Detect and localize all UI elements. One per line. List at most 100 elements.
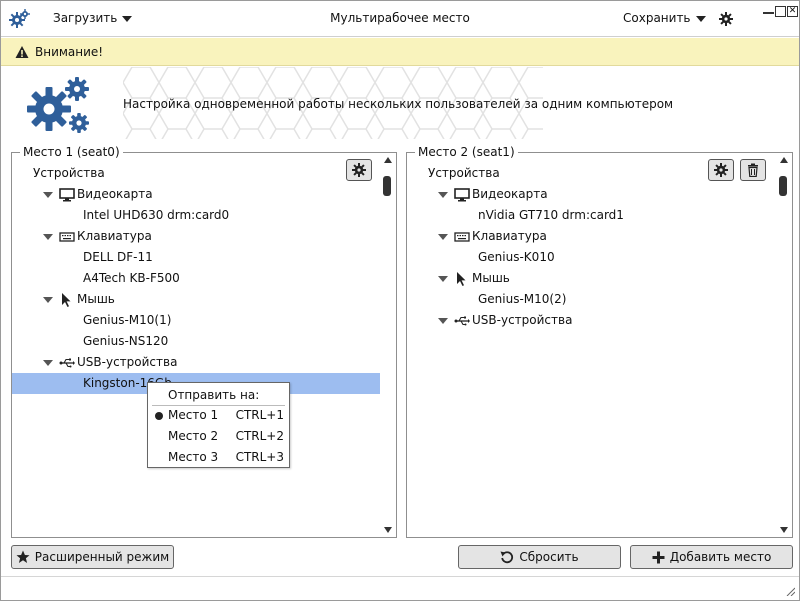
tree-category-label: USB-устройства [77, 355, 178, 369]
warning-icon [15, 45, 29, 58]
status-bar [1, 576, 799, 600]
tree-category-label: Мышь [77, 292, 115, 306]
tree-device[interactable]: Genius-M10(2) [407, 289, 775, 310]
expand-triangle-icon[interactable] [438, 276, 448, 282]
advanced-mode-button[interactable]: Расширенный режим [11, 545, 174, 569]
tree-category-mouse[interactable]: Мышь [407, 268, 775, 289]
save-menu-label: Сохранить [623, 11, 691, 25]
usb-icon [59, 358, 75, 368]
tree-device[interactable]: nVidia GT710 drm:card1 [407, 205, 775, 226]
menu-item-shortcut: CTRL+1 [235, 408, 284, 422]
tree-device[interactable]: Intel UHD630 drm:card0 [12, 205, 380, 226]
expand-triangle-icon[interactable] [43, 192, 53, 198]
app-window: Загрузить Мультирабочее место Сохранить … [0, 0, 800, 601]
scroll-down-icon[interactable] [384, 527, 392, 533]
banner-text: Настройка одновременной работы нескольки… [123, 97, 674, 111]
tree-root-label: Устройства [33, 166, 105, 180]
monitor-icon [59, 188, 75, 202]
expand-triangle-icon[interactable] [438, 318, 448, 324]
maximize-icon[interactable] [775, 6, 786, 17]
expand-triangle-icon[interactable] [43, 234, 53, 240]
seat2-device-tree: Устройства Видеокарта nVidia GT710 drm:c… [407, 163, 775, 331]
send-to-context-menu: Отправить на: Место 1 CTRL+1 Место 2 CTR… [147, 382, 290, 468]
settings-gear-icon[interactable] [719, 12, 733, 26]
device-label: Genius-K010 [478, 250, 555, 264]
device-label: Genius-M10(1) [83, 313, 172, 327]
seat1-group: Место 1 (seat0) Устройства Видеокарта In… [11, 145, 397, 538]
scroll-thumb[interactable] [779, 176, 787, 196]
tree-category-label: Клавиатура [77, 229, 152, 243]
menu-item-seat1[interactable]: Место 1 CTRL+1 [148, 405, 289, 426]
tree-category-keyboard[interactable]: Клавиатура [407, 226, 775, 247]
tree-category-usb[interactable]: USB-устройства [12, 352, 380, 373]
tree-root[interactable]: Устройства [407, 163, 775, 184]
app-gear-icon[interactable] [9, 8, 31, 30]
reset-button[interactable]: Сбросить [458, 545, 621, 569]
tree-category-video[interactable]: Видеокарта [407, 184, 775, 205]
expand-triangle-icon[interactable] [43, 360, 53, 366]
tree-device[interactable]: Genius-NS120 [12, 331, 380, 352]
keyboard-icon [59, 232, 75, 242]
keyboard-icon [454, 232, 470, 242]
device-label: Genius-M10(2) [478, 292, 567, 306]
scroll-up-icon[interactable] [384, 157, 392, 163]
gears-icon [27, 77, 89, 133]
scroll-thumb[interactable] [383, 176, 391, 196]
menu-item-label: Место 2 [168, 429, 219, 443]
titlebar: Загрузить Мультирабочее место Сохранить … [1, 1, 799, 37]
monitor-icon [454, 188, 470, 202]
scroll-down-icon[interactable] [780, 527, 788, 533]
plus-icon [652, 551, 665, 563]
tree-device[interactable]: A4Tech KB-F500 [12, 268, 380, 289]
selected-bullet-icon [155, 412, 163, 420]
menu-item-seat2[interactable]: Место 2 CTRL+2 [148, 426, 289, 447]
tree-device[interactable]: DELL DF-11 [12, 247, 380, 268]
seat2-title: Место 2 (seat1) [415, 145, 518, 159]
tree-category-keyboard[interactable]: Клавиатура [12, 226, 380, 247]
tree-category-label: USB-устройства [472, 313, 573, 327]
add-seat-button[interactable]: Добавить место [630, 545, 793, 569]
device-label: A4Tech KB-F500 [83, 271, 180, 285]
tree-category-label: Видеокарта [472, 187, 548, 201]
tree-category-mouse[interactable]: Мышь [12, 289, 380, 310]
cursor-icon [62, 293, 71, 307]
reset-label: Сбросить [519, 550, 579, 564]
scroll-up-icon[interactable] [780, 157, 788, 163]
tree-device[interactable]: Genius-K010 [407, 247, 775, 268]
tree-category-label: Мышь [472, 271, 510, 285]
save-menu[interactable]: Сохранить [623, 11, 706, 25]
tree-category-label: Видеокарта [77, 187, 153, 201]
seat1-scrollbar[interactable] [381, 154, 395, 536]
chevron-down-icon [695, 15, 706, 22]
menu-item-shortcut: CTRL+2 [235, 429, 284, 443]
window-controls: ✕ [763, 6, 798, 17]
load-menu[interactable]: Загрузить [53, 11, 133, 25]
expand-triangle-icon[interactable] [43, 297, 53, 303]
device-label: Intel UHD630 drm:card0 [83, 208, 230, 222]
add-seat-label: Добавить место [669, 550, 772, 564]
advanced-mode-label: Расширенный режим [34, 550, 170, 564]
menu-item-shortcut: CTRL+3 [235, 450, 284, 464]
close-icon[interactable]: ✕ [787, 6, 798, 17]
warning-bar: Внимание! [1, 38, 799, 66]
chevron-down-icon [122, 15, 133, 22]
expand-triangle-icon[interactable] [438, 192, 448, 198]
tree-root[interactable]: Устройства [12, 163, 380, 184]
tree-category-label: Клавиатура [472, 229, 547, 243]
seat2-group: Место 2 (seat1) Устройства Видеокарта nV… [406, 145, 793, 538]
device-label: DELL DF-11 [83, 250, 153, 264]
cursor-icon [457, 272, 466, 286]
tree-device[interactable]: Genius-M10(1) [12, 310, 380, 331]
tree-category-video[interactable]: Видеокарта [12, 184, 380, 205]
menu-item-label: Место 1 [168, 408, 219, 422]
resize-grip-icon[interactable] [785, 586, 795, 596]
reset-icon [500, 551, 514, 564]
tree-root-label: Устройства [428, 166, 500, 180]
seat1-device-tree: Устройства Видеокарта Intel UHD630 drm:c… [12, 163, 380, 394]
minimize-icon[interactable] [763, 6, 774, 14]
tree-category-usb[interactable]: USB-устройства [407, 310, 775, 331]
expand-triangle-icon[interactable] [438, 234, 448, 240]
device-label: Genius-NS120 [83, 334, 169, 348]
menu-item-seat3[interactable]: Место 3 CTRL+3 [148, 447, 289, 468]
seat2-scrollbar[interactable] [777, 154, 791, 536]
